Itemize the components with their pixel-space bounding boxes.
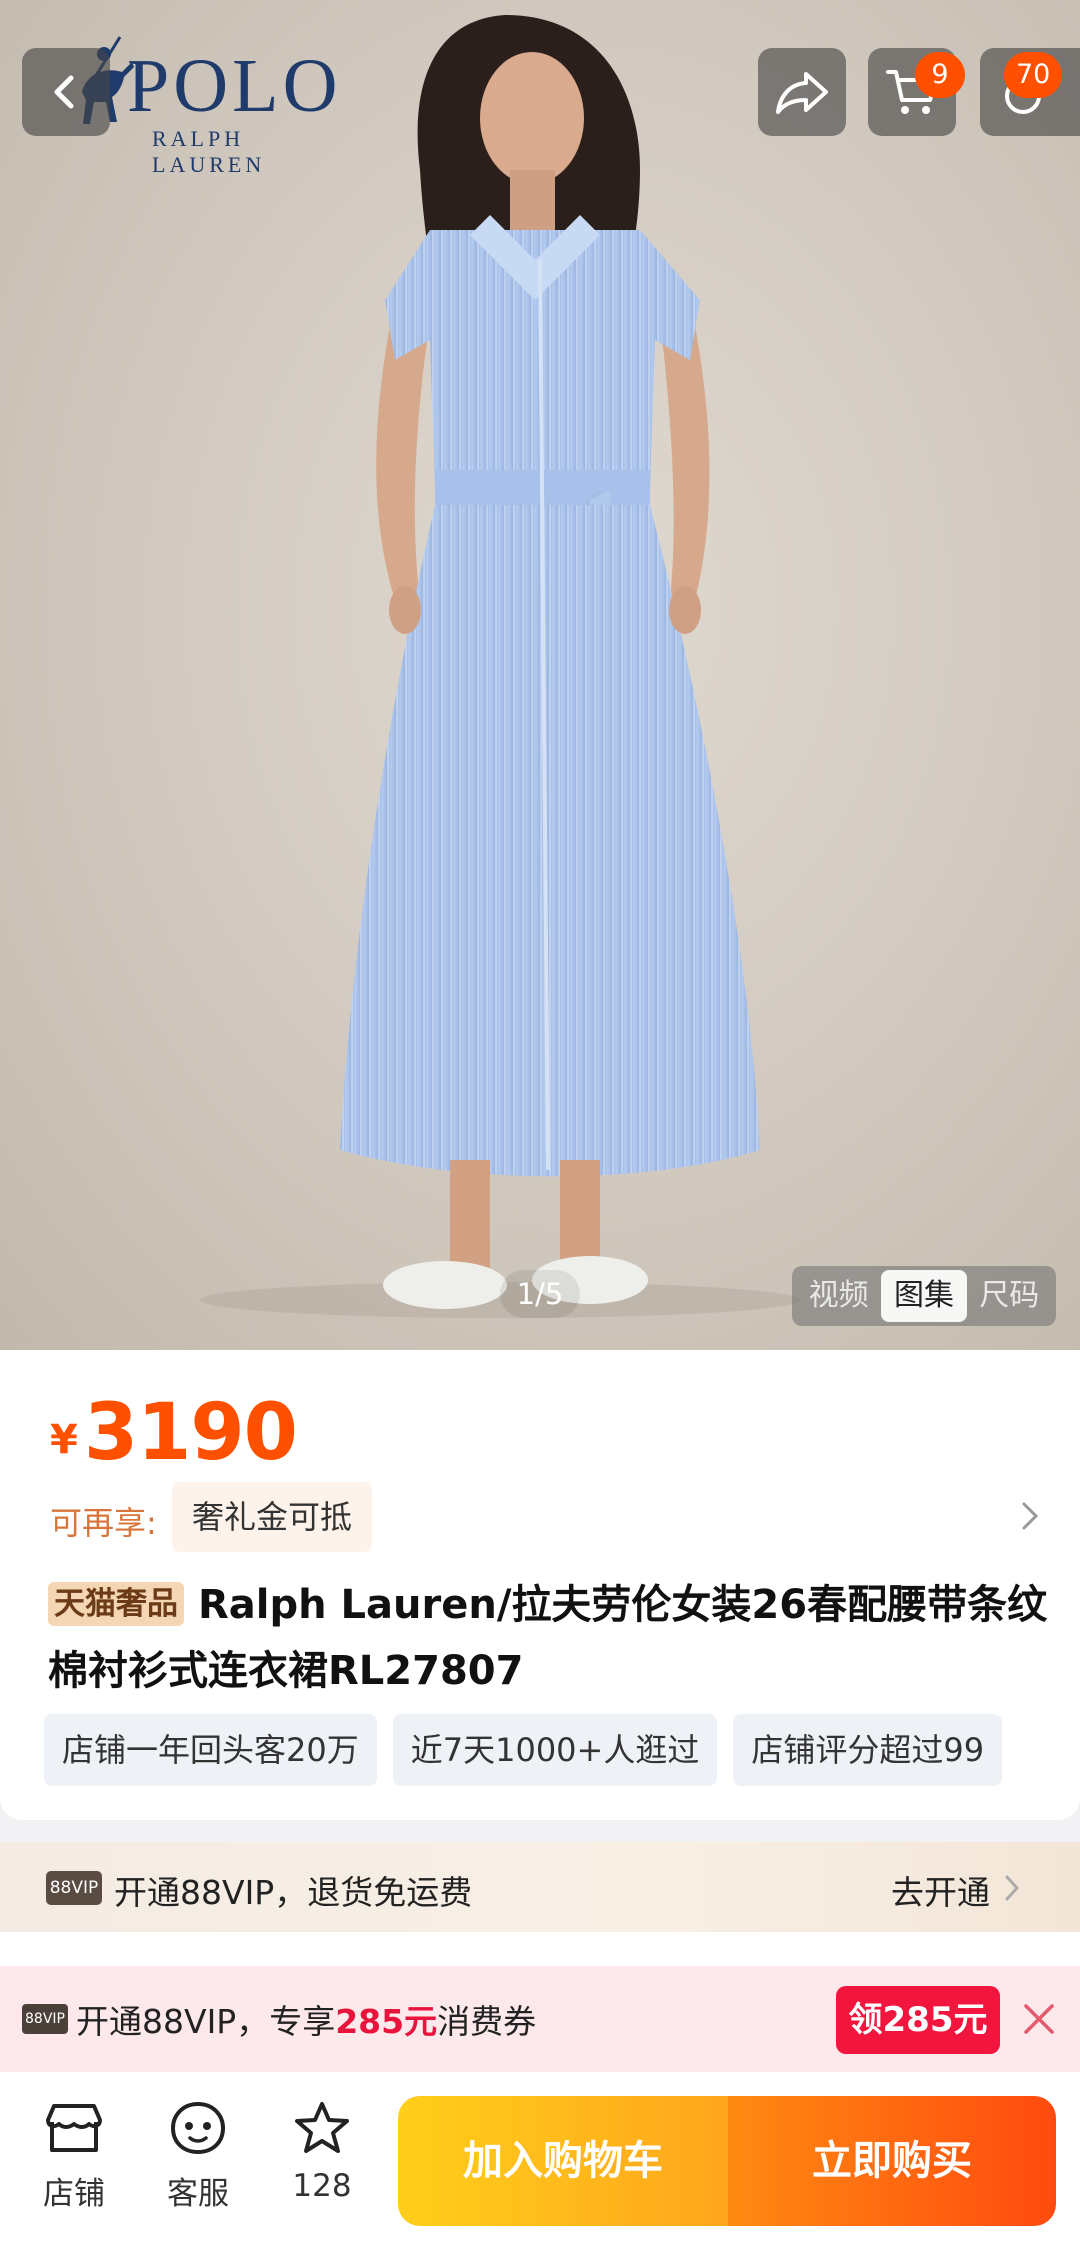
nav-service[interactable]: 客服: [148, 2100, 248, 2213]
chip-repeat-customers: 店铺一年回头客20万: [44, 1714, 377, 1786]
star-icon: [295, 2102, 349, 2153]
claim-coupon-button[interactable]: 领285元: [836, 1986, 1000, 2054]
nav-favorite[interactable]: 128: [272, 2100, 372, 2204]
coupon-amount: 285元: [335, 2002, 438, 2041]
price: ¥3190: [50, 1388, 298, 1478]
vip-free-return-row[interactable]: 88VIP 开通88VIP，退货免运费 去开通: [0, 1842, 1080, 1932]
brand-sub-text: RALPH LAUREN: [152, 126, 266, 177]
tab-video[interactable]: 视频: [796, 1270, 881, 1322]
coupon-text-suffix: 消费券: [437, 2002, 537, 2041]
vip-open-link[interactable]: 去开通: [891, 1866, 990, 1914]
tab-gallery[interactable]: 图集: [881, 1270, 967, 1322]
product-title: 天猫奢品 Ralph Lauren/拉夫劳伦女装26春配腰带条纹棉衬衫式连衣裙RL…: [48, 1572, 1048, 1704]
share-button[interactable]: [758, 48, 846, 136]
chip-store-rating: 店铺评分超过99: [733, 1714, 1003, 1786]
nav-service-label: 客服: [167, 2176, 229, 2212]
tmall-luxury-tag: 天猫奢品: [48, 1582, 184, 1626]
brand-main-text: POLO: [127, 44, 342, 128]
product-info-card: ¥3190 可再享: 奢礼金可抵 天猫奢品 Ralph Lauren/拉夫劳伦女装…: [0, 1350, 1080, 1820]
nav-shop[interactable]: 店铺: [24, 2100, 124, 2213]
favorite-count: 128: [292, 2168, 352, 2204]
chevron-right-icon: [1005, 1875, 1020, 1901]
add-to-cart-button[interactable]: 加入购物车: [398, 2096, 728, 2226]
share-icon: [776, 72, 828, 114]
back-icon: [54, 75, 74, 109]
media-tabs: 视频 图集 尺码: [792, 1266, 1056, 1326]
back-button[interactable]: [22, 48, 110, 136]
extra-benefit-label: 可再享:: [50, 1504, 157, 1542]
product-image-gallery[interactable]: POLO RALPH LAUREN 9 70 1/5 视频 图集 尺码: [0, 0, 1080, 1350]
close-icon[interactable]: [1022, 2002, 1056, 2036]
88vip-badge: 88VIP: [22, 2004, 68, 2034]
chip-recent-visitors: 近7天1000+人逛过: [392, 1714, 718, 1786]
currency-symbol: ¥: [50, 1417, 78, 1463]
buy-now-button[interactable]: 立即购买: [728, 2096, 1056, 2226]
product-title-text: Ralph Lauren/拉夫劳伦女装26春配腰带条纹棉衬衫式连衣裙RL2780…: [48, 1582, 1048, 1694]
customer-service-icon: [170, 2101, 226, 2155]
88vip-badge: 88VIP: [46, 1871, 102, 1905]
product-photo: [200, 15, 800, 1318]
price-value: 3190: [83, 1388, 298, 1478]
vip-coupon-banner: 88VIP 开通88VIP，专享285元消费券 领285元: [0, 1966, 1080, 2072]
shop-icon: [46, 2104, 102, 2152]
message-count-badge: 70: [1004, 52, 1063, 98]
coupon-text-prefix: 开通88VIP，专享: [76, 2002, 336, 2041]
nav-shop-label: 店铺: [43, 2176, 105, 2212]
bottom-action-bar: 店铺 客服 128 加入购物车 立即购买: [0, 2072, 1080, 2250]
store-highlight-chips: 店铺一年回头客20万 近7天1000+人逛过 店铺评分超过99: [44, 1714, 1080, 1786]
tab-size[interactable]: 尺码: [967, 1270, 1052, 1322]
chevron-right-icon[interactable]: [1018, 1498, 1042, 1534]
luxury-credit-chip[interactable]: 奢礼金可抵: [172, 1482, 373, 1552]
cart-count-badge: 9: [915, 52, 965, 98]
coupon-text: 开通88VIP，专享285元消费券: [76, 1995, 536, 2043]
vip-text: 开通88VIP，退货免运费: [114, 1873, 473, 1912]
image-counter: 1/5: [500, 1270, 580, 1318]
